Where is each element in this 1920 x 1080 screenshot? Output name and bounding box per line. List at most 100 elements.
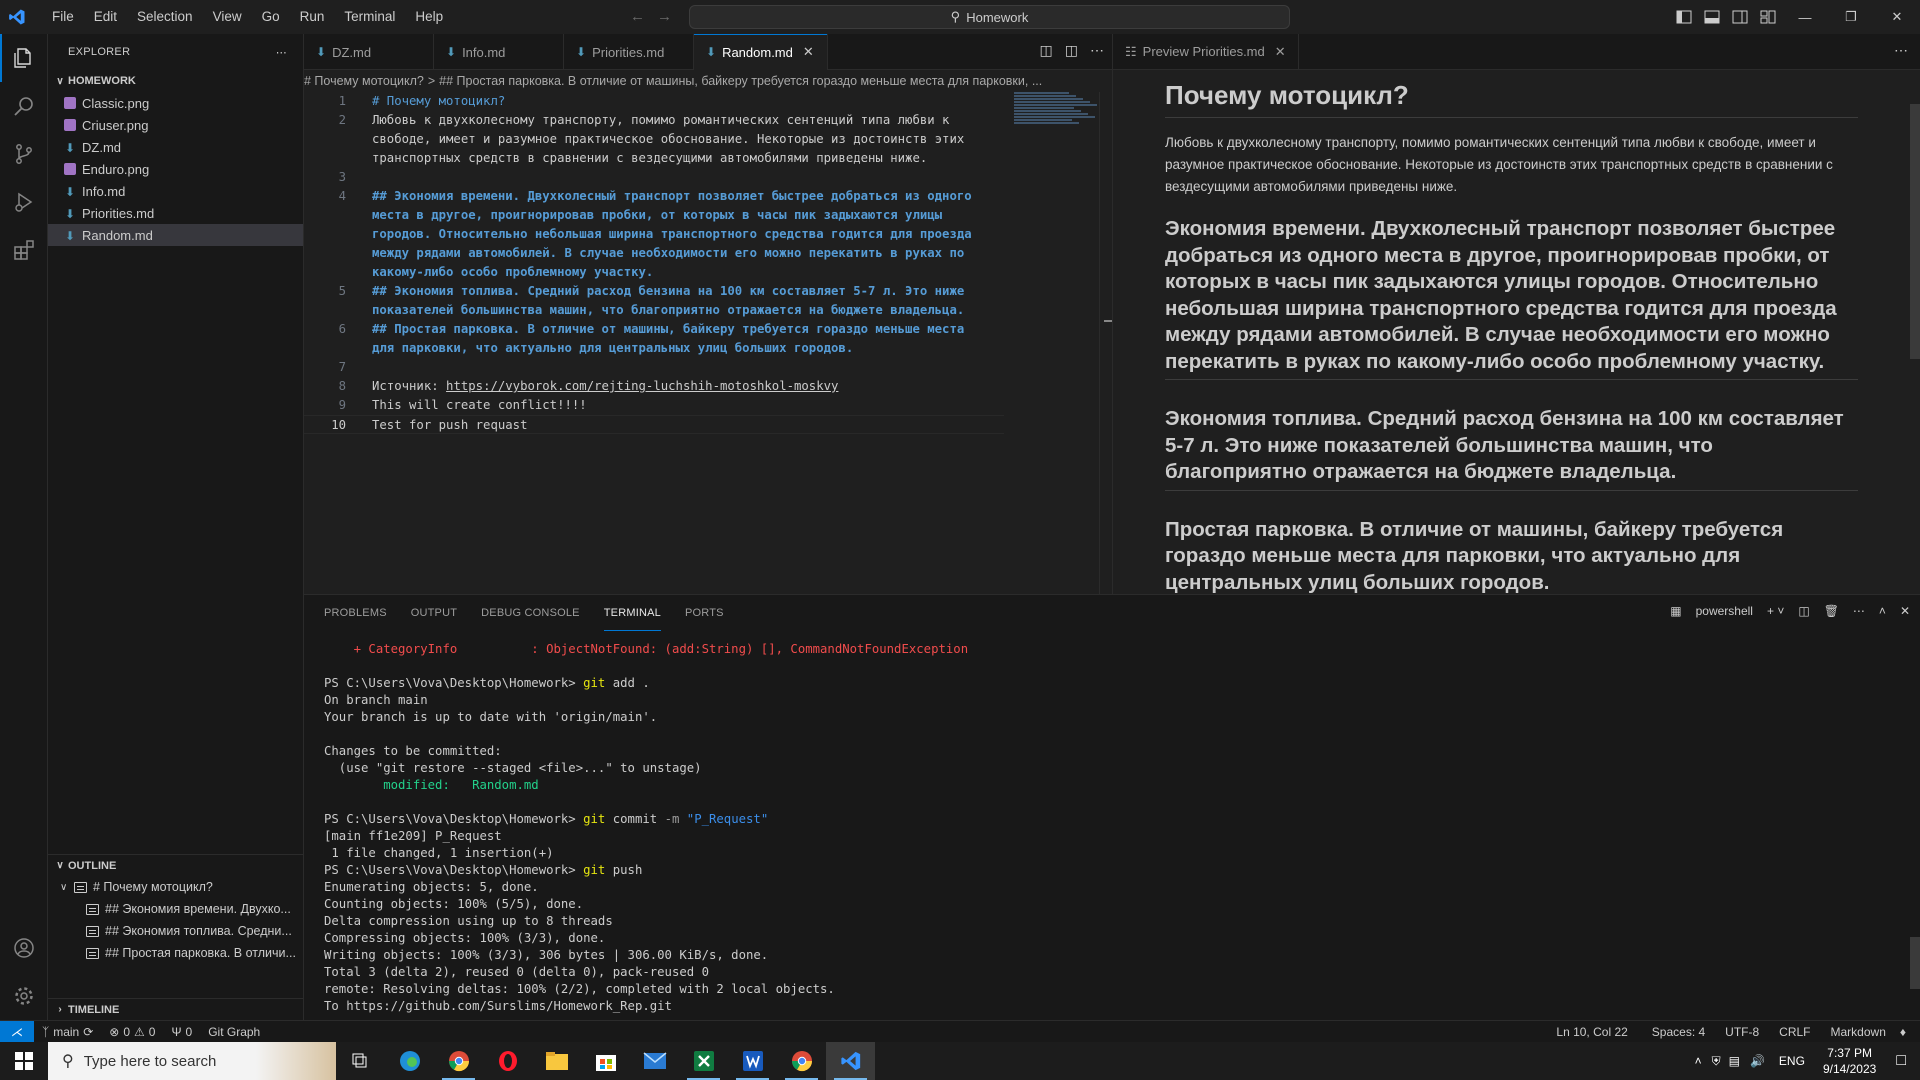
toggle-primary-sidebar-icon[interactable]	[1671, 7, 1697, 27]
outline-item[interactable]: ## Экономия топлива. Средни...	[48, 920, 304, 942]
tab-debug-console[interactable]: DEBUG CONSOLE	[481, 595, 580, 631]
close-panel-icon[interactable]: ✕	[1900, 604, 1910, 618]
timeline-header[interactable]: › TIMELINE	[48, 998, 304, 1020]
file-item[interactable]: ⬇ Info.md	[48, 180, 303, 202]
explorer-icon[interactable]	[0, 34, 48, 82]
edge-browser-icon[interactable]	[385, 1042, 434, 1080]
indentation[interactable]: Spaces: 4	[1642, 1025, 1715, 1039]
forward-arrow-icon[interactable]: →	[657, 8, 684, 25]
breadcrumb-item-h1[interactable]: # Почему мотоцикл?	[304, 74, 424, 88]
task-view-icon[interactable]	[336, 1042, 385, 1080]
restore-button[interactable]: ❐	[1828, 0, 1874, 34]
sync-icon[interactable]: ⟳	[83, 1025, 93, 1039]
file-item[interactable]: Enduro.png	[48, 158, 303, 180]
cursor-position[interactable]: Ln 10, Col 22	[1542, 1025, 1641, 1039]
taskbar-search-box[interactable]: ⚲ Type here to search	[48, 1042, 336, 1080]
remote-indicator-icon[interactable]: ⋌	[0, 1020, 34, 1043]
file-explorer-icon[interactable]	[532, 1042, 581, 1080]
encoding[interactable]: UTF-8	[1715, 1025, 1769, 1039]
tab-output[interactable]: OUTPUT	[411, 595, 457, 631]
file-item[interactable]: Classic.png	[48, 92, 303, 114]
menu-item-view[interactable]: View	[203, 0, 252, 34]
file-item[interactable]: ⬇ Priorities.md	[48, 202, 303, 224]
extensions-icon[interactable]	[0, 226, 48, 274]
outline-header[interactable]: ∨ OUTLINE	[48, 854, 304, 876]
notifications-bell-icon[interactable]: ♦	[1896, 1025, 1920, 1039]
input-language[interactable]: ENG	[1771, 1054, 1813, 1068]
more-actions-icon[interactable]: ⋯	[1853, 604, 1865, 618]
menu-item-file[interactable]: File	[42, 0, 84, 34]
terminal-shell-name[interactable]: powershell	[1696, 604, 1753, 618]
menu-item-help[interactable]: Help	[405, 0, 453, 34]
toggle-panel-icon[interactable]	[1699, 7, 1725, 27]
notifications-icon[interactable]: □	[1886, 1052, 1920, 1070]
outline-item[interactable]: ## Простая парковка. В отличи...	[48, 942, 304, 964]
tab-info-md[interactable]: ⬇ Info.md	[434, 34, 564, 70]
accounts-icon[interactable]	[0, 924, 48, 972]
split-terminal-icon[interactable]: ◫	[1798, 604, 1809, 618]
file-item[interactable]: ⬇ Random.md	[48, 224, 303, 246]
tab-terminal[interactable]: TERMINAL	[603, 595, 661, 631]
menu-item-selection[interactable]: Selection	[127, 0, 203, 34]
tab-dz-md[interactable]: ⬇ DZ.md	[304, 34, 434, 70]
close-window-button[interactable]: ✕	[1874, 0, 1920, 34]
tab-preview[interactable]: ☷ Preview Priorities.md ✕	[1113, 33, 1299, 70]
open-preview-icon[interactable]: ◫	[1040, 42, 1053, 59]
new-terminal-icon[interactable]: + ˅	[1767, 604, 1784, 618]
menu-item-terminal[interactable]: Terminal	[334, 0, 405, 34]
file-item[interactable]: Criuser.png	[48, 114, 303, 136]
opera-browser-icon[interactable]	[483, 1042, 532, 1080]
source-control-icon[interactable]	[0, 130, 48, 178]
more-actions-icon[interactable]: ⋯	[1894, 42, 1908, 59]
vscode-taskbar-icon[interactable]	[826, 1042, 875, 1080]
tab-ports[interactable]: PORTS	[685, 595, 724, 631]
more-actions-icon[interactable]: ⋯	[276, 46, 287, 59]
search-icon[interactable]	[0, 82, 48, 130]
branch-indicator[interactable]: ᛉ main ⟳	[34, 1025, 101, 1039]
chrome-profile-icon[interactable]	[777, 1042, 826, 1080]
kill-terminal-icon[interactable]: 🗑	[1824, 604, 1839, 618]
mail-icon[interactable]	[630, 1042, 679, 1080]
ports-indicator[interactable]: Ψ0	[163, 1025, 200, 1039]
command-center-search[interactable]: ⚲ Homework	[689, 5, 1290, 29]
clock[interactable]: 7:37 PM 9/14/2023	[1813, 1045, 1886, 1077]
network-icon[interactable]: ▤	[1725, 1054, 1744, 1068]
menu-item-edit[interactable]: Edit	[84, 0, 127, 34]
minimize-button[interactable]: —	[1782, 0, 1828, 34]
git-graph-button[interactable]: Git Graph	[200, 1025, 268, 1039]
word-icon[interactable]	[728, 1042, 777, 1080]
maximize-panel-icon[interactable]: ˄	[1879, 604, 1886, 618]
breadcrumb-item-h2[interactable]: ## Простая парковка. В отличие от машины…	[439, 74, 1042, 88]
menu-item-run[interactable]: Run	[290, 0, 335, 34]
show-hidden-icons-icon[interactable]: ˄	[1689, 1054, 1708, 1068]
file-item[interactable]: ⬇ DZ.md	[48, 136, 303, 158]
terminal-scrollbar[interactable]	[1910, 937, 1920, 989]
preview-scrollbar[interactable]	[1910, 104, 1920, 359]
problems-indicator[interactable]: ⊗ 0 ⚠ 0	[101, 1025, 163, 1039]
tab-priorities-md[interactable]: ⬇ Priorities.md	[564, 34, 694, 70]
toggle-secondary-sidebar-icon[interactable]	[1727, 7, 1753, 27]
excel-icon[interactable]	[679, 1042, 728, 1080]
source-link[interactable]: https://vyborok.com/rejting-luchshih-mot…	[446, 379, 838, 393]
more-actions-icon[interactable]: ⋯	[1090, 42, 1104, 59]
settings-gear-icon[interactable]	[0, 972, 48, 1020]
windows-start-icon[interactable]	[0, 1042, 48, 1080]
volume-icon[interactable]: 🔊	[1744, 1054, 1771, 1068]
chrome-browser-icon[interactable]	[434, 1042, 483, 1080]
close-icon[interactable]: ✕	[1275, 44, 1286, 60]
run-debug-icon[interactable]	[0, 178, 48, 226]
security-shield-icon[interactable]: ⛨	[1708, 1054, 1725, 1069]
tab-random-md[interactable]: ⬇ Random.md ✕	[694, 34, 828, 70]
terminal-output[interactable]: + CategoryInfo : ObjectNotFound: (add:St…	[304, 631, 1920, 1015]
code-editor[interactable]: 1 # Почему мотоцикл? 2 Любовь к двухколесно…	[304, 92, 1112, 434]
close-icon[interactable]: ✕	[803, 44, 814, 60]
outline-item[interactable]: ∨ # Почему мотоцикл?	[48, 876, 304, 898]
menu-item-go[interactable]: Go	[252, 0, 290, 34]
outline-item[interactable]: ## Экономия времени. Двухко...	[48, 898, 304, 920]
folder-header[interactable]: ∨ HOMEWORK	[48, 70, 303, 92]
split-editor-icon[interactable]: ◫	[1065, 42, 1078, 59]
customize-layout-icon[interactable]	[1755, 7, 1781, 27]
end-of-line[interactable]: CRLF	[1769, 1025, 1820, 1039]
back-arrow-icon[interactable]: ←	[630, 8, 657, 25]
minimap[interactable]	[1014, 92, 1098, 132]
